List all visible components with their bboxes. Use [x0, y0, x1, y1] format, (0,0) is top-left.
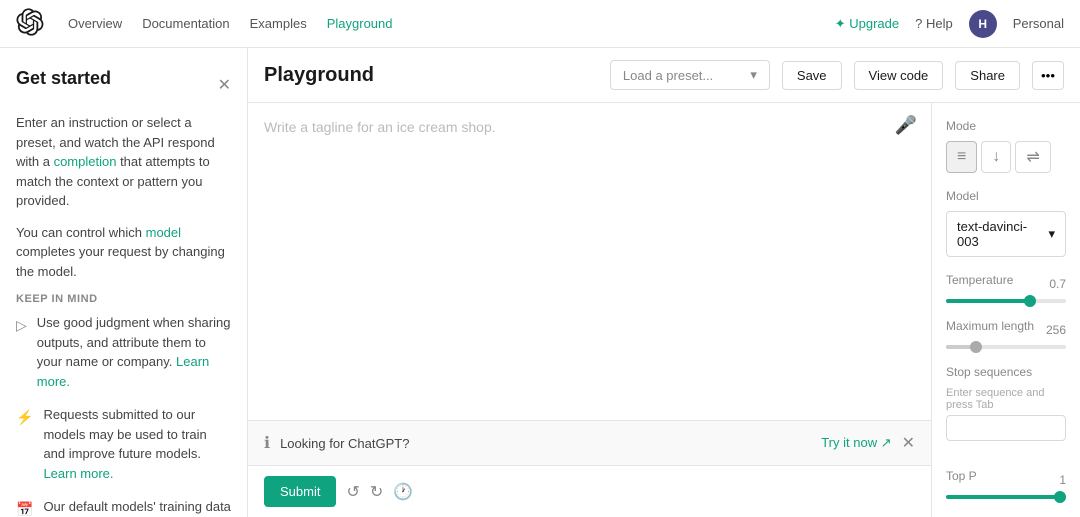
- sidebar-close[interactable]: ✕: [218, 75, 231, 95]
- main-layout: Get started ✕ Enter an instruction or se…: [0, 48, 1080, 517]
- nav-overview[interactable]: Overview: [68, 16, 122, 31]
- sidebar-item-1: ▷ Use good judgment when sharing outputs…: [16, 313, 231, 391]
- nav-examples[interactable]: Examples: [250, 16, 307, 31]
- model-section: Model text-davinci-003 ▾: [946, 189, 1066, 257]
- playground-body: Write a tagline for an ice cream shop. 🎤…: [248, 103, 1080, 517]
- redo-icon[interactable]: ↻: [370, 482, 383, 502]
- chatgpt-banner: ℹ Looking for ChatGPT? Try it now ↗ ✕: [248, 420, 931, 465]
- banner-close-icon[interactable]: ✕: [902, 433, 915, 453]
- playground-header: Playground Load a preset... ▾ Save View …: [248, 48, 1080, 103]
- max-length-label: Maximum length: [946, 319, 1034, 333]
- editor-footer: Submit ↺ ↻ 🕐: [248, 465, 931, 517]
- learn-more-link-2[interactable]: Learn more.: [43, 466, 113, 481]
- upgrade-button[interactable]: ✦ Upgrade: [835, 16, 899, 32]
- mode-section: Mode ≡ ↓ ⇌: [946, 119, 1066, 173]
- top-navigation: Overview Documentation Examples Playgrou…: [0, 0, 1080, 48]
- history-icon[interactable]: 🕐: [393, 482, 413, 502]
- max-length-section: Maximum length 256: [946, 319, 1066, 349]
- mic-icon[interactable]: 🎤: [895, 115, 917, 136]
- save-button[interactable]: Save: [782, 61, 842, 90]
- completion-link[interactable]: completion: [54, 154, 117, 169]
- preset-placeholder: Load a preset...: [623, 68, 713, 83]
- top-p-value: 1: [1059, 473, 1066, 487]
- mode-buttons: ≡ ↓ ⇌: [946, 141, 1066, 173]
- chevron-down-icon: ▾: [750, 67, 757, 83]
- editor-box[interactable]: Write a tagline for an ice cream shop. 🎤: [248, 103, 931, 420]
- share-button[interactable]: Share: [955, 61, 1020, 90]
- mode-insert-button[interactable]: ↓: [981, 141, 1011, 173]
- sidebar-desc-2: You can control which model completes yo…: [16, 223, 231, 282]
- max-length-thumb: [970, 341, 982, 353]
- temperature-label: Temperature: [946, 273, 1013, 287]
- undo-icon[interactable]: ↺: [346, 482, 359, 502]
- model-value: text-davinci-003: [957, 219, 1048, 249]
- info-icon: ℹ: [264, 433, 270, 453]
- mode-complete-button[interactable]: ≡: [946, 141, 977, 173]
- lightning-icon: ⚡: [16, 407, 33, 483]
- editor-placeholder: Write a tagline for an ice cream shop.: [264, 119, 496, 135]
- settings-panel: Mode ≡ ↓ ⇌ Model text-davinci-003 ▾: [932, 103, 1080, 517]
- temperature-value: 0.7: [1049, 277, 1066, 291]
- top-p-section: Top P 1: [946, 469, 1066, 499]
- view-code-button[interactable]: View code: [854, 61, 944, 90]
- model-dropdown[interactable]: text-davinci-003 ▾: [946, 211, 1066, 257]
- editor-area: Write a tagline for an ice cream shop. 🎤…: [248, 103, 932, 517]
- nav-playground[interactable]: Playground: [327, 16, 393, 31]
- temperature-slider[interactable]: [946, 299, 1066, 303]
- top-p-label: Top P: [946, 469, 977, 483]
- model-chevron-icon: ▾: [1048, 226, 1055, 242]
- sidebar: Get started ✕ Enter an instruction or se…: [0, 48, 248, 517]
- openai-logo[interactable]: [16, 8, 44, 39]
- preset-dropdown[interactable]: Load a preset... ▾: [610, 60, 770, 90]
- max-length-slider[interactable]: [946, 345, 1066, 349]
- top-p-slider[interactable]: [946, 495, 1066, 499]
- page-title: Playground: [264, 64, 598, 87]
- sidebar-desc-1: Enter an instruction or select a preset,…: [16, 113, 231, 211]
- sidebar-item-3: 📅 Our default models' training data cuts…: [16, 497, 231, 517]
- temperature-section: Temperature 0.7: [946, 273, 1066, 303]
- nav-documentation[interactable]: Documentation: [142, 16, 229, 31]
- calendar-icon: 📅: [16, 499, 33, 517]
- mode-label: Mode: [946, 119, 1066, 133]
- banner-text: Looking for ChatGPT?: [280, 436, 811, 451]
- max-length-value: 256: [1046, 323, 1066, 337]
- stop-sequences-section: Stop sequences Enter sequence and press …: [946, 365, 1066, 453]
- keep-in-mind-heading: KEEP IN MIND: [16, 293, 231, 305]
- model-label: Model: [946, 189, 1066, 203]
- help-button[interactable]: ? Help: [915, 16, 953, 31]
- model-link[interactable]: model: [146, 225, 181, 240]
- try-it-now-link[interactable]: Try it now ↗: [821, 435, 891, 451]
- stop-seq-input[interactable]: [946, 415, 1066, 441]
- stop-seq-label: Stop sequences: [946, 365, 1066, 379]
- submit-button[interactable]: Submit: [264, 476, 336, 507]
- nav-links: Overview Documentation Examples Playgrou…: [68, 16, 811, 31]
- top-p-fill: [946, 495, 1066, 499]
- send-icon: ▷: [16, 315, 27, 391]
- mode-edit-button[interactable]: ⇌: [1015, 141, 1050, 173]
- sidebar-item-2: ⚡ Requests submitted to our models may b…: [16, 405, 231, 483]
- stop-seq-hint: Enter sequence and press Tab: [946, 387, 1066, 411]
- avatar[interactable]: H: [969, 10, 997, 38]
- top-p-thumb: [1054, 491, 1066, 503]
- nav-right: ✦ Upgrade ? Help H Personal: [835, 10, 1064, 38]
- more-options-button[interactable]: •••: [1032, 61, 1064, 90]
- temperature-fill: [946, 299, 1030, 303]
- sidebar-title: Get started: [16, 68, 111, 89]
- temperature-thumb: [1024, 295, 1036, 307]
- content-area: Playground Load a preset... ▾ Save View …: [248, 48, 1080, 517]
- personal-menu[interactable]: Personal: [1013, 16, 1064, 31]
